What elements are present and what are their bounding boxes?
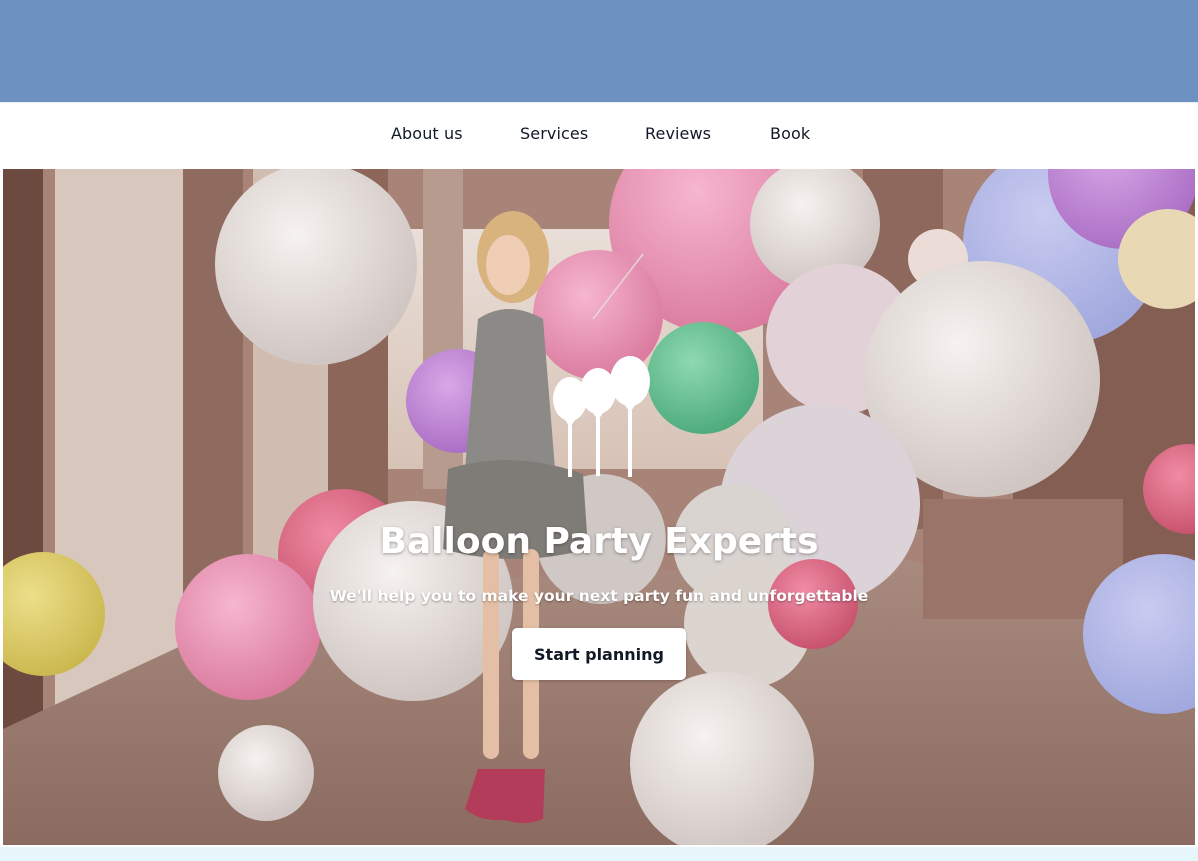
start-planning-button[interactable]: Start planning (512, 628, 686, 680)
hero-section: Balloon Party Experts We'll help you to … (3, 169, 1195, 845)
nav-about-us[interactable]: About us (391, 124, 463, 143)
balloons-icon (553, 356, 650, 477)
nav-reviews[interactable]: Reviews (645, 124, 711, 143)
top-banner (0, 0, 1198, 102)
main-nav: About us Services Reviews Book (3, 103, 1195, 169)
hero-subtitle: We'll help you to make your next party f… (329, 587, 869, 605)
hero-background-photo (3, 169, 1195, 845)
nav-services[interactable]: Services (520, 124, 588, 143)
nav-book[interactable]: Book (770, 124, 810, 143)
hero-title: Balloon Party Experts (379, 521, 819, 562)
